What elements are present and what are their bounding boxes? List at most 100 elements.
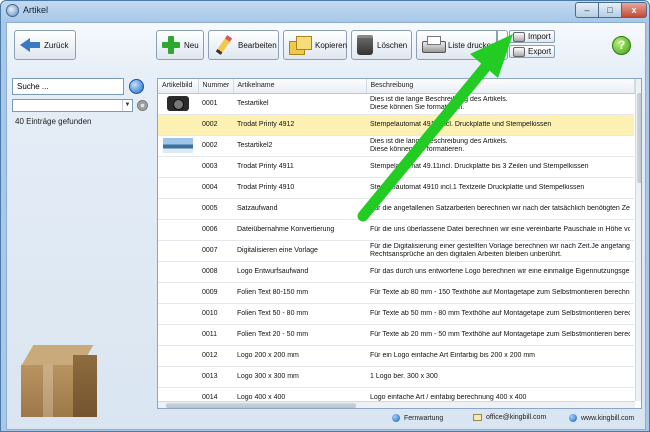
- import-label: Import: [528, 32, 551, 41]
- row-number: 0004: [198, 177, 233, 199]
- article-grid[interactable]: Artikelbild Nummer Artikelname Beschreib…: [157, 78, 642, 409]
- row-description: Dies ist die lange Beschreibung des Arti…: [366, 135, 634, 157]
- row-number: 0013: [198, 366, 233, 388]
- box-illustration-icon: [20, 345, 101, 420]
- help-icon[interactable]: ?: [612, 36, 631, 55]
- photo-thumbnail: [163, 138, 193, 153]
- row-image-cell: [158, 261, 198, 283]
- row-description-line: Stempelautomat 4912 incl. Druckplatte un…: [370, 120, 552, 128]
- filter-select[interactable]: ▼: [12, 99, 133, 112]
- row-number: 0005: [198, 198, 233, 220]
- row-image-cell: [158, 156, 198, 178]
- table-row[interactable]: 0002 Trodat Printy 4912 Stempelautomat 491…: [158, 114, 634, 136]
- table-row[interactable]: 0001 Testartikel Dies ist die lange Beschr…: [158, 93, 634, 115]
- row-description-line: Für die angefallenen Satzarbeiten berech…: [370, 204, 630, 212]
- minimize-button[interactable]: –: [575, 2, 599, 18]
- row-description-line: Für die uns überlassene Datei berechnen …: [370, 225, 630, 233]
- web-icon: [569, 414, 577, 422]
- row-name: Testartikel: [233, 93, 366, 115]
- table-row[interactable]: 0010 Folien Text 50 - 80 mm Für Texte ab 5…: [158, 303, 634, 325]
- print-dropdown-button[interactable]: ▼: [497, 30, 508, 60]
- row-description-line: Stempelautomat 49.11incl. Druckplatte bi…: [370, 162, 589, 170]
- sidebar: ▼ 40 Einträge gefunden: [7, 73, 157, 430]
- column-header-image[interactable]: Artikelbild: [158, 79, 199, 94]
- mail-icon: [473, 414, 482, 421]
- print-list-label: Liste drucken: [448, 40, 496, 50]
- email-link[interactable]: office@kingbill.com: [473, 414, 546, 421]
- table-row[interactable]: 0015Klappkarte DIN A6Einladungskarten zu…: [158, 408, 634, 409]
- row-image-cell: [158, 366, 198, 388]
- row-name: Klappkarte DIN A6: [233, 408, 366, 409]
- row-name: Folien Text 50 - 80 mm: [233, 303, 366, 325]
- row-number: 0006: [198, 219, 233, 241]
- table-row[interactable]: 0006 Dateiübernahme Konvertierung Für die …: [158, 219, 634, 241]
- trash-icon: [357, 35, 373, 55]
- row-number: 0007: [198, 240, 233, 262]
- table-row[interactable]: 0004 Trodat Printy 4910 Stempelautomat 491…: [158, 177, 634, 199]
- table-row[interactable]: 0011 Folien Text 20 - 50 mm Für Texte ab 2…: [158, 324, 634, 346]
- remote-support-label: Fernwartung: [404, 414, 444, 422]
- vertical-scrollbar[interactable]: [635, 79, 641, 401]
- row-description-line: Für die Digitalisierung einer gestellten…: [370, 242, 630, 250]
- row-description-line: Rechtsansprüche an den digitalen Arbeite…: [370, 250, 562, 258]
- table-row[interactable]: 0005 Satzaufwand Für die angefallenen Satz…: [158, 198, 634, 220]
- row-name: Folien Text 20 - 50 mm: [233, 324, 366, 346]
- row-description: Stempelautomat 4910 incl.1 Textzeile Dru…: [366, 177, 634, 199]
- table-row[interactable]: 0013 Logo 300 x 300 mm 1 Logo ber. 300 x 3…: [158, 366, 634, 388]
- back-button[interactable]: Zurück: [14, 30, 76, 60]
- row-description-line: Für Texte ab 20 mm - 50 mm Texthöhe auf …: [370, 330, 630, 338]
- row-description-line: Für ein Logo einfache Art Einfarbig bis …: [370, 351, 535, 359]
- app-icon: [6, 4, 19, 17]
- main-content: Zurück Neu Bearbeiten Kopieren Löschen L…: [6, 22, 646, 430]
- row-image-cell: [158, 219, 198, 241]
- printer-small-icon: [513, 31, 525, 42]
- export-button[interactable]: Export: [509, 45, 555, 58]
- delete-button[interactable]: Löschen: [351, 30, 412, 60]
- back-label: Zurück: [44, 40, 69, 50]
- horizontal-scroll-thumb[interactable]: [166, 403, 356, 408]
- maximize-button[interactable]: □: [598, 2, 622, 18]
- row-description-line: Für das durch uns entworfene Logo berech…: [370, 267, 630, 275]
- new-button[interactable]: Neu: [156, 30, 204, 60]
- globe-icon[interactable]: [129, 79, 144, 94]
- edit-button[interactable]: Bearbeiten: [208, 30, 279, 60]
- remote-support-link[interactable]: Fernwartung: [392, 414, 443, 422]
- row-description: Stempelautomat 49.11incl. Druckplatte bi…: [366, 156, 634, 178]
- row-description: Für das durch uns entworfene Logo berech…: [366, 261, 634, 283]
- copy-label: Kopieren: [315, 40, 348, 50]
- website-link[interactable]: www.kingbill.com: [569, 414, 634, 422]
- row-description: Dies ist die lange Beschreibung des Arti…: [366, 93, 634, 115]
- print-list-button[interactable]: Liste drucken: [416, 30, 497, 60]
- table-row[interactable]: 0007 Digitalisieren eine Vorlage Für die D…: [158, 240, 634, 262]
- table-row[interactable]: 0002 Testartikel2 Dies ist die lange Besch…: [158, 135, 634, 157]
- copy-button[interactable]: Kopieren: [283, 30, 347, 60]
- row-name: Trodat Printy 4910: [233, 177, 366, 199]
- table-row[interactable]: 0012 Logo 200 x 200 mm Für ein Logo einfac…: [158, 345, 634, 367]
- row-image-cell: [158, 135, 198, 157]
- vertical-scroll-thumb[interactable]: [637, 93, 641, 183]
- column-header-description[interactable]: Beschreibung: [366, 79, 635, 94]
- column-header-name[interactable]: Artikelname: [233, 79, 367, 94]
- search-input[interactable]: [12, 78, 124, 95]
- table-row[interactable]: 0009 Folien Text 80-150 mm Für Texte ab 80…: [158, 282, 634, 304]
- horizontal-scrollbar[interactable]: [158, 401, 635, 408]
- row-number: 0012: [198, 345, 233, 367]
- row-description: Einladungskarten zu selbstbedrucken incl…: [366, 408, 634, 409]
- pencil-icon: [214, 35, 234, 55]
- column-header-number[interactable]: Nummer: [198, 79, 234, 94]
- printer-icon: [422, 36, 446, 54]
- export-icon: [513, 46, 525, 57]
- gear-icon[interactable]: [137, 100, 148, 111]
- table-row[interactable]: 0003 Trodat Printy 4911 Stempelautomat 49.…: [158, 156, 634, 178]
- row-description-line: Dies ist die lange Beschreibung des Arti…: [370, 137, 508, 145]
- row-description: Für Texte ab 50 mm - 80 mm Texthöhe auf …: [366, 303, 634, 325]
- close-button[interactable]: x: [621, 2, 647, 18]
- table-row[interactable]: 0008 Logo Entwurfsaufwand Für das durch un…: [158, 261, 634, 283]
- window-title: Artikel: [23, 5, 49, 15]
- row-description-line: 1 Logo ber. 300 x 300: [370, 372, 438, 380]
- row-description: Für die uns überlassene Datei berechnen …: [366, 219, 634, 241]
- import-button[interactable]: Import: [509, 30, 555, 43]
- camera-thumbnail: [167, 96, 189, 111]
- remote-support-icon: [392, 414, 400, 422]
- website-label: www.kingbill.com: [581, 414, 635, 422]
